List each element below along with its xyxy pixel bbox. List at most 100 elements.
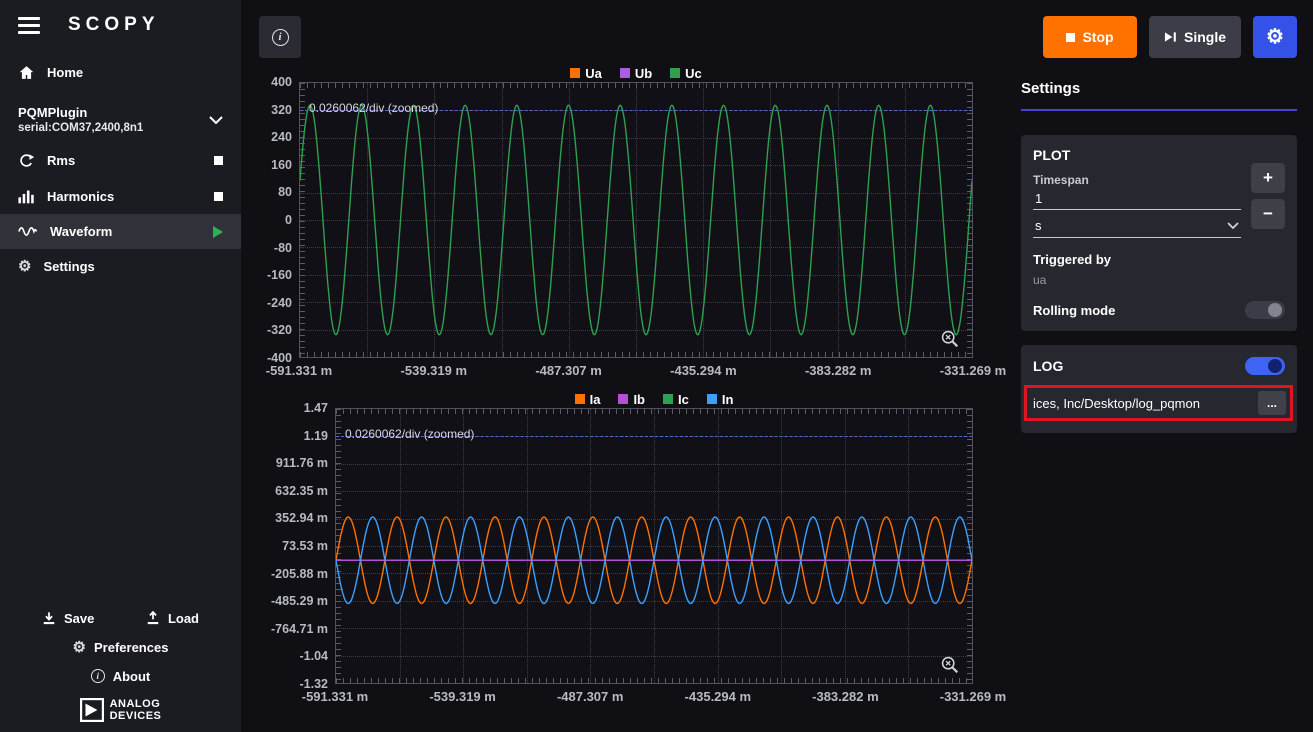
sidebar-item-pqmplugin[interactable]: PQMPlugin serial:COM37,2400,8n1: [0, 97, 241, 142]
sidebar-item-harmonics[interactable]: Harmonics: [0, 179, 241, 214]
x-axis-labels: -591.331 m-539.319 m-487.307 m-435.294 m…: [299, 358, 973, 380]
zoom-reset-icon[interactable]: [940, 655, 960, 675]
sidebar-item-home[interactable]: Home: [0, 54, 241, 91]
zoom-reset-icon[interactable]: [940, 329, 960, 349]
plugin-label: PQMPlugin: [18, 105, 143, 120]
timespan-label: Timespan: [1033, 173, 1241, 187]
legend-item[interactable]: Uc: [670, 66, 702, 81]
sidebar-item-rms[interactable]: Rms: [0, 142, 241, 179]
timespan-unit-select[interactable]: s: [1033, 210, 1241, 238]
gear-icon: ⚙: [1266, 27, 1284, 47]
log-path-input[interactable]: ices, Inc/Desktop/log_pqmon: [1031, 394, 1252, 413]
home-icon: [18, 64, 35, 81]
single-run-icon: [1164, 31, 1177, 43]
legend-item[interactable]: Ib: [618, 392, 645, 407]
info-button[interactable]: i: [259, 16, 301, 58]
legend-color-icon: [663, 394, 673, 404]
toggle-knob: [1268, 303, 1282, 317]
voltage-chart: UaUbUc 400320240160800-80-160-240-320-40…: [247, 64, 973, 380]
legend-item[interactable]: Ic: [663, 392, 689, 407]
y-tick-label: 320: [271, 103, 292, 117]
y-tick-label: -160: [267, 268, 292, 282]
about-button[interactable]: i About: [0, 669, 241, 684]
legend-color-icon: [618, 394, 628, 404]
sidebar-item-label: Rms: [47, 153, 75, 168]
y-tick-label: 632.35 m: [275, 484, 328, 498]
log-toggle[interactable]: [1245, 357, 1285, 375]
x-tick-label: -487.307 m: [535, 363, 602, 378]
zoom-scale-annotation: 0.0260062/div (zoomed): [345, 427, 474, 441]
gear-button[interactable]: ⚙: [1253, 16, 1297, 58]
browse-button[interactable]: ...: [1258, 391, 1286, 415]
sidebar-item-label: Harmonics: [47, 189, 114, 204]
plugin-subtitle: serial:COM37,2400,8n1: [18, 122, 143, 134]
y-tick-label: -764.71 m: [271, 622, 328, 636]
menu-icon[interactable]: [18, 17, 40, 34]
legend-color-icon: [620, 68, 630, 78]
unit-value: s: [1035, 218, 1042, 233]
y-tick-label: 400: [271, 75, 292, 89]
sidebar-item-settings[interactable]: ⚙ Settings: [0, 249, 241, 284]
preferences-button[interactable]: ⚙ Preferences: [0, 640, 241, 655]
waveform-traces: [300, 83, 972, 357]
stop-indicator-icon[interactable]: [214, 156, 223, 165]
single-button[interactable]: Single: [1149, 16, 1241, 58]
y-tick-label: -240: [267, 296, 292, 310]
x-tick-label: -383.282 m: [805, 363, 872, 378]
rolling-mode-label: Rolling mode: [1033, 303, 1115, 318]
about-label: About: [113, 669, 151, 684]
adi-triangle-icon: [80, 698, 104, 722]
save-button[interactable]: Save: [42, 611, 94, 626]
stop-label: Stop: [1082, 29, 1113, 45]
x-tick-label: -591.331 m: [266, 363, 333, 378]
y-tick-label: -1.04: [300, 649, 329, 663]
toggle-knob: [1268, 359, 1282, 373]
plot-area[interactable]: 0.0260062/div (zoomed): [299, 82, 973, 358]
stop-icon: [1066, 33, 1075, 42]
sidebar-footer: Save Load ⚙ Preferences i About ANALOG D…: [0, 611, 241, 732]
timespan-input[interactable]: 1: [1033, 187, 1241, 210]
load-button[interactable]: Load: [146, 611, 199, 626]
settings-panel-title: Settings: [1021, 80, 1297, 111]
legend-color-icon: [707, 394, 717, 404]
rms-icon: [18, 152, 35, 169]
legend-color-icon: [575, 394, 585, 404]
decrement-button[interactable]: −: [1251, 199, 1285, 229]
triggered-by-label: Triggered by: [1033, 252, 1285, 267]
y-tick-label: 73.53 m: [282, 539, 328, 553]
play-indicator-icon[interactable]: [213, 226, 223, 238]
sidebar: SCOPY Home PQMPlugin serial:COM37,2400,8…: [0, 0, 241, 732]
settings-sidebar: Stop Single ⚙ Settings PLOT Timespan 1 s…: [1017, 0, 1313, 732]
legend-item[interactable]: Ia: [575, 392, 601, 407]
waveform-icon: [18, 225, 38, 238]
log-card: LOG ices, Inc/Desktop/log_pqmon ...: [1021, 345, 1297, 433]
chevron-down-icon[interactable]: [209, 116, 223, 124]
plot-settings-card: PLOT Timespan 1 s + − Triggered by ua Ro…: [1021, 135, 1297, 331]
x-axis-labels: -591.331 m-539.319 m-487.307 m-435.294 m…: [335, 684, 973, 706]
triggered-by-value: ua: [1033, 273, 1285, 287]
rolling-mode-toggle[interactable]: [1245, 301, 1285, 319]
plot-area[interactable]: 0.0260062/div (zoomed): [335, 408, 973, 684]
legend-item[interactable]: In: [707, 392, 734, 407]
upload-icon: [146, 611, 160, 625]
x-tick-label: -383.282 m: [812, 689, 879, 704]
plot-heading: PLOT: [1033, 147, 1241, 163]
x-tick-label: -591.331 m: [302, 689, 369, 704]
increment-button[interactable]: +: [1251, 163, 1285, 193]
stop-button[interactable]: Stop: [1043, 16, 1137, 58]
y-tick-label: 352.94 m: [275, 511, 328, 525]
chart-legend: Ua Ub Uc: [247, 64, 973, 82]
sidebar-item-waveform[interactable]: Waveform: [0, 214, 241, 249]
gear-icon: ⚙: [18, 259, 31, 274]
zoom-scale-annotation: 0.0260062/div (zoomed): [309, 101, 438, 115]
y-axis-labels: 400320240160800-80-160-240-320-400: [247, 82, 299, 358]
stop-indicator-icon[interactable]: [214, 192, 223, 201]
annotation-highlight-box: ices, Inc/Desktop/log_pqmon ...: [1024, 385, 1293, 421]
legend-item[interactable]: Ua: [570, 66, 602, 81]
preferences-label: Preferences: [94, 640, 168, 655]
y-tick-label: -320: [267, 323, 292, 337]
x-tick-label: -331.269 m: [940, 689, 1007, 704]
y-tick-label: -80: [274, 241, 292, 255]
legend-color-icon: [670, 68, 680, 78]
legend-item[interactable]: Ub: [620, 66, 652, 81]
